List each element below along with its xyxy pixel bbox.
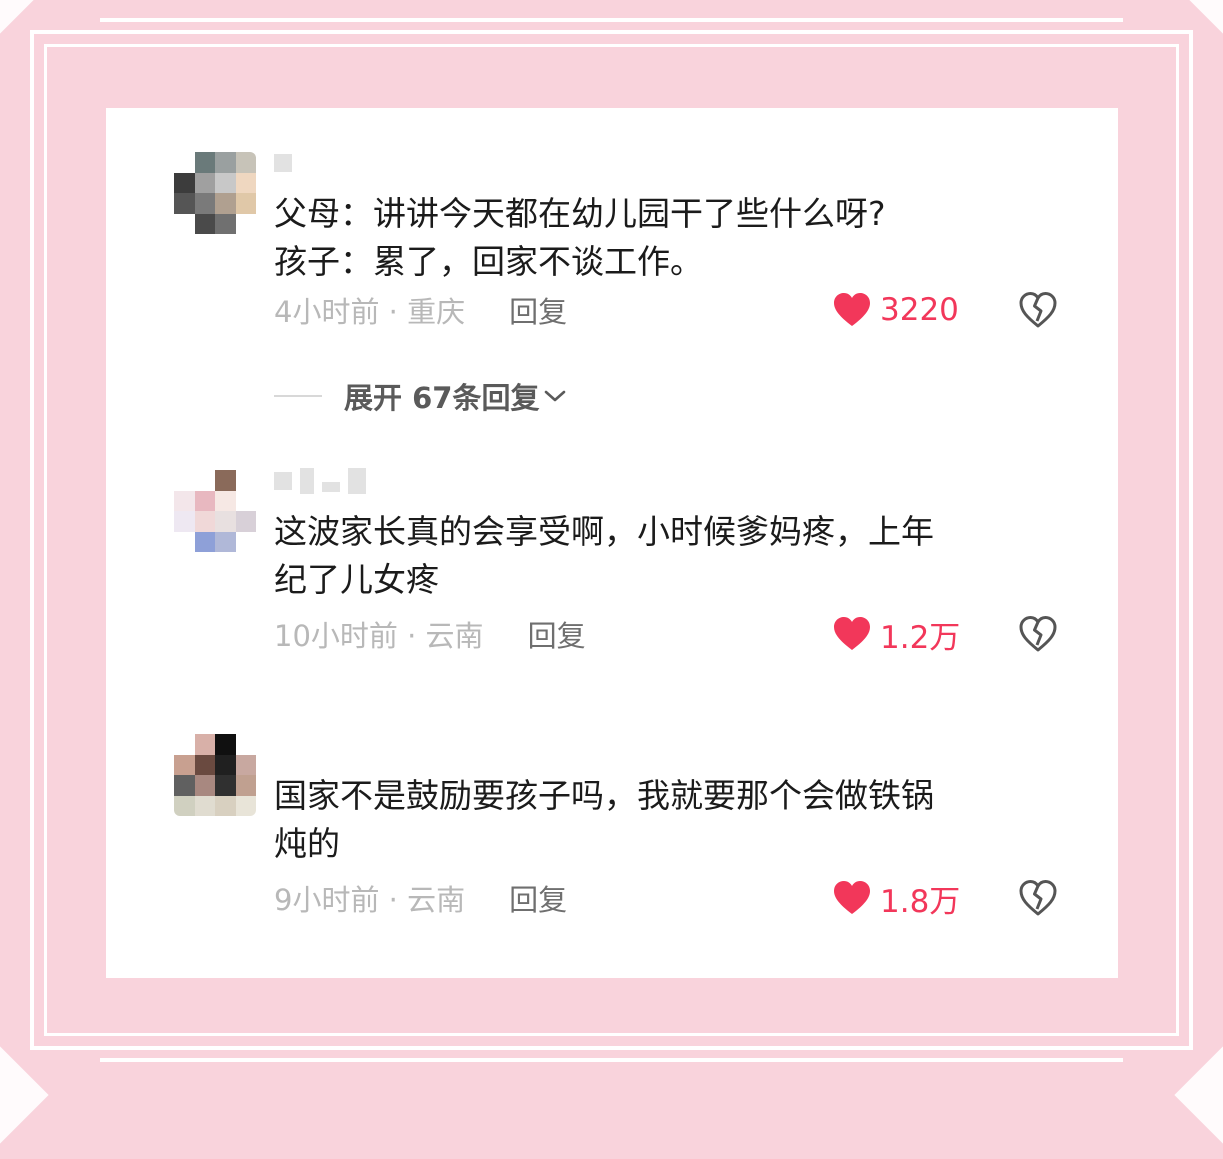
avatar[interactable] [174, 152, 256, 234]
avatar-pixel [174, 172, 195, 193]
avatar-pixel [215, 213, 236, 234]
avatar-pixel [235, 152, 256, 173]
avatar-pixel [235, 172, 256, 193]
avatar-pixel [174, 193, 195, 214]
expand-replies-label: 展开 67条回复 [344, 381, 540, 415]
avatar-pixel [194, 511, 215, 532]
avatar-pixel [194, 490, 215, 511]
avatar-pixel [194, 213, 215, 234]
avatar-pixel [174, 152, 195, 173]
avatar-pixel [174, 470, 195, 491]
avatar-pixel [235, 531, 256, 552]
like-count: 1.8万 [880, 883, 961, 920]
avatar-pixel [174, 775, 195, 796]
broken-heart-icon[interactable] [1018, 290, 1058, 330]
avatar-pixel [194, 775, 215, 796]
comment-text: 国家不是鼓励要孩子吗，我就要那个会做铁锅 炖的 [274, 776, 934, 863]
expand-divider [274, 395, 322, 397]
comment-text: 这波家长真的会享受啊，小时候爹妈疼，上年 纪了儿女疼 [274, 512, 934, 599]
avatar-pixel [235, 213, 256, 234]
username-blurred[interactable] [274, 466, 366, 496]
avatar-pixel [174, 734, 195, 755]
like-button[interactable]: 3220 [832, 290, 959, 330]
avatar-pixel [174, 531, 195, 552]
comment-time-location: 9小时前 · 云南 [274, 883, 466, 917]
avatar-pixel [235, 795, 256, 816]
avatar-pixel [215, 172, 236, 193]
avatar-pixel [215, 775, 236, 796]
avatar-pixel [194, 152, 215, 173]
avatar-pixel [215, 531, 236, 552]
heart-filled-icon [834, 881, 870, 914]
avatar-pixel [215, 193, 236, 214]
reply-button[interactable]: 回复 [509, 877, 567, 919]
avatar-pixel [235, 490, 256, 511]
comment-time-location: 4小时前 · 重庆 [274, 295, 466, 329]
avatar-pixel [215, 152, 236, 173]
broken-heart-icon[interactable] [1018, 878, 1058, 918]
avatar-pixel [215, 795, 236, 816]
like-count: 1.2万 [880, 619, 961, 656]
avatar-pixel [174, 213, 195, 234]
avatar-pixel [194, 754, 215, 775]
comment-meta: 4小时前 · 重庆 回复 [274, 290, 567, 330]
avatar[interactable] [174, 470, 256, 552]
heart-filled-icon [834, 293, 870, 326]
avatar-pixel [174, 795, 195, 816]
comment-meta: 9小时前 · 云南 回复 [274, 878, 567, 918]
avatar-pixel [174, 754, 195, 775]
chevron-down-icon [545, 390, 566, 402]
like-button[interactable]: 1.2万 [832, 614, 961, 656]
comment-card: 父母：讲讲今天都在幼儿园干了些什么呀? 孩子：累了，回家不谈工作。 4小时前 ·… [106, 108, 1118, 978]
avatar-pixel [215, 490, 236, 511]
heart-filled-icon [834, 617, 870, 650]
avatar-pixel [235, 511, 256, 532]
broken-heart-icon[interactable] [1018, 614, 1058, 654]
avatar-pixel [235, 193, 256, 214]
comment-time-location: 10小时前 · 云南 [274, 619, 484, 653]
avatar-pixel [194, 470, 215, 491]
like-count: 3220 [880, 292, 959, 328]
expand-replies-button[interactable]: 展开 67条回复 [274, 376, 567, 416]
frame-stripe-top [100, 0, 1123, 22]
avatar-pixel [194, 734, 215, 755]
frame-corner [1174, 0, 1223, 49]
avatar-pixel [215, 754, 236, 775]
avatar-pixel [235, 775, 256, 796]
avatar-pixel [194, 795, 215, 816]
avatar-pixel [235, 470, 256, 491]
frame-stripe-bottom [100, 1058, 1123, 1080]
frame-corner [0, 1031, 49, 1159]
avatar-pixel [194, 193, 215, 214]
avatar-pixel [194, 531, 215, 552]
avatar-pixel [174, 490, 195, 511]
avatar-pixel [215, 511, 236, 532]
avatar-pixel [235, 754, 256, 775]
like-button[interactable]: 1.8万 [832, 878, 961, 920]
avatar-pixel [194, 172, 215, 193]
username-blurred[interactable] [274, 148, 292, 178]
frame-corner [0, 0, 49, 49]
reply-button[interactable]: 回复 [528, 613, 586, 655]
avatar-pixel [215, 734, 236, 755]
comment-meta: 10小时前 · 云南 回复 [274, 614, 586, 654]
comment-text: 父母：讲讲今天都在幼儿园干了些什么呀? 孩子：累了，回家不谈工作。 [274, 194, 886, 281]
avatar[interactable] [174, 734, 256, 816]
frame-corner [1174, 1031, 1223, 1159]
avatar-pixel [174, 511, 195, 532]
avatar-pixel [215, 470, 236, 491]
avatar-pixel [235, 734, 256, 755]
reply-button[interactable]: 回复 [509, 289, 567, 331]
